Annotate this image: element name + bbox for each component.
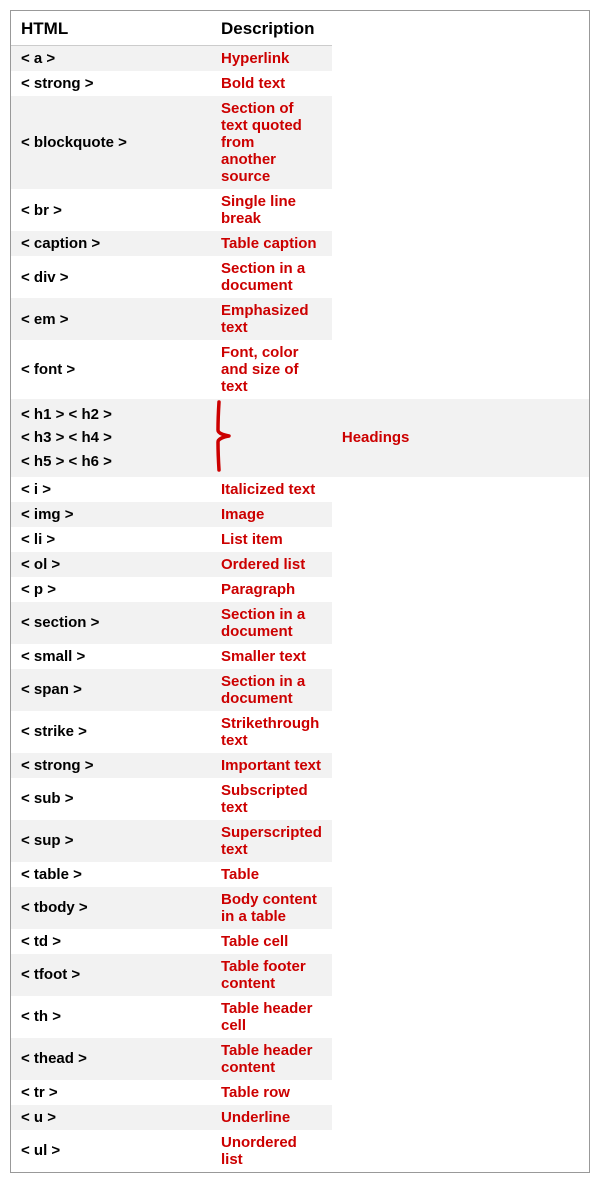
brace-icon	[215, 400, 237, 472]
html-tag-cell: < thead >	[11, 1038, 211, 1080]
table-row: < th >Table header cell	[11, 996, 589, 1038]
html-tag-cell: < tr >	[11, 1080, 211, 1105]
html-tag-cell: < sub >	[11, 778, 211, 820]
description-cell: Section in a document	[211, 256, 332, 298]
description-cell: Section in a document	[211, 602, 332, 644]
table-row-headings: < h1 > < h2 >< h3 > < h4 >< h5 > < h6 > H…	[11, 399, 589, 477]
table-row: < section >Section in a document	[11, 602, 589, 644]
description-cell: Paragraph	[211, 577, 332, 602]
html-tag-headings-cell: < h1 > < h2 >< h3 > < h4 >< h5 > < h6 >	[11, 399, 211, 477]
table-row: < a >Hyperlink	[11, 46, 589, 72]
table-row: < sup >Superscripted text	[11, 820, 589, 862]
html-tag-cell: < td >	[11, 929, 211, 954]
table-row: < i >Italicized text	[11, 477, 589, 502]
html-tag-cell: < strike >	[11, 711, 211, 753]
description-cell: Single line break	[211, 189, 332, 231]
table-row: < tr >Table row	[11, 1080, 589, 1105]
table-row: < strong >Important text	[11, 753, 589, 778]
html-tag-cell: < font >	[11, 340, 211, 399]
table-row: < em >Emphasized text	[11, 298, 589, 340]
description-cell: Smaller text	[211, 644, 332, 669]
html-tag-cell: < blockquote >	[11, 96, 211, 189]
table-row: < small >Smaller text	[11, 644, 589, 669]
table-row: < li >List item	[11, 527, 589, 552]
table-row: < ul >Unordered list	[11, 1130, 589, 1172]
description-cell: Table cell	[211, 929, 332, 954]
html-tag-cell: < p >	[11, 577, 211, 602]
table-row: < thead >Table header content	[11, 1038, 589, 1080]
html-tag-cell: < th >	[11, 996, 211, 1038]
html-column-header: HTML	[11, 11, 211, 46]
table-row: < strong >Bold text	[11, 71, 589, 96]
heading-tag-line: < h3 > < h4 >	[21, 426, 112, 449]
html-tag-cell: < small >	[11, 644, 211, 669]
html-tag-cell: < tfoot >	[11, 954, 211, 996]
html-reference-table: HTML Description < a >Hyperlink< strong …	[10, 10, 590, 1173]
table-row: < ol >Ordered list	[11, 552, 589, 577]
html-tag-cell: < em >	[11, 298, 211, 340]
table-row: < sub >Subscripted text	[11, 778, 589, 820]
description-cell: Strikethrough text	[211, 711, 332, 753]
description-cell: Underline	[211, 1105, 332, 1130]
description-cell: Table row	[211, 1080, 332, 1105]
html-tag-cell: < strong >	[11, 753, 211, 778]
description-cell: Table footer content	[211, 954, 332, 996]
html-tag-cell: < img >	[11, 502, 211, 527]
heading-tag-line: < h5 > < h6 >	[21, 450, 112, 473]
table-row: < td >Table cell	[11, 929, 589, 954]
table-row: < caption >Table caption	[11, 231, 589, 256]
table-row: < tfoot >Table footer content	[11, 954, 589, 996]
description-cell: Ordered list	[211, 552, 332, 577]
html-tag-cell: < a >	[11, 46, 211, 72]
table-row: < p >Paragraph	[11, 577, 589, 602]
table-header-row: HTML Description	[11, 11, 589, 46]
description-cell: Section of text quoted fromanother sourc…	[211, 96, 332, 189]
html-tag-cell: < sup >	[11, 820, 211, 862]
html-tag-cell: < caption >	[11, 231, 211, 256]
description-cell: Font, color and size of text	[211, 340, 332, 399]
html-tag-cell: < ul >	[11, 1130, 211, 1172]
description-cell: Unordered list	[211, 1130, 332, 1172]
description-cell: Emphasized text	[211, 298, 332, 340]
table-row: < span >Section in a document	[11, 669, 589, 711]
table-row: < strike >Strikethrough text	[11, 711, 589, 753]
html-tag-cell: < ol >	[11, 552, 211, 577]
html-tag-cell: < strong >	[11, 71, 211, 96]
description-cell: Table caption	[211, 231, 332, 256]
description-cell: Table header content	[211, 1038, 332, 1080]
html-tag-cell: < section >	[11, 602, 211, 644]
desc-column-header: Description	[211, 11, 332, 46]
description-cell: Section in a document	[211, 669, 332, 711]
description-cell: Hyperlink	[211, 46, 332, 72]
table-row: < tbody >Body content in a table	[11, 887, 589, 929]
table-row: < div >Section in a document	[11, 256, 589, 298]
html-tag-cell: < br >	[11, 189, 211, 231]
brace-cell	[211, 399, 332, 477]
table-row: < u >Underline	[11, 1105, 589, 1130]
heading-tag-line: < h1 > < h2 >	[21, 403, 112, 426]
table-row: < font >Font, color and size of text	[11, 340, 589, 399]
description-cell: Important text	[211, 753, 332, 778]
description-cell: Italicized text	[211, 477, 332, 502]
html-tag-cell: < div >	[11, 256, 211, 298]
description-cell: Superscripted text	[211, 820, 332, 862]
table-row: < img >Image	[11, 502, 589, 527]
headings-description-cell: Headings	[332, 399, 589, 477]
description-cell: Body content in a table	[211, 887, 332, 929]
html-tag-cell: < u >	[11, 1105, 211, 1130]
table-row-blockquote: < blockquote >Section of text quoted fro…	[11, 96, 589, 189]
description-cell: Table header cell	[211, 996, 332, 1038]
html-tag-cell: < li >	[11, 527, 211, 552]
html-tag-cell: < table >	[11, 862, 211, 887]
description-cell: Subscripted text	[211, 778, 332, 820]
table-row: < br >Single line break	[11, 189, 589, 231]
description-cell: Image	[211, 502, 332, 527]
table-row: < table >Table	[11, 862, 589, 887]
html-tag-cell: < i >	[11, 477, 211, 502]
html-tag-cell: < span >	[11, 669, 211, 711]
html-tag-cell: < tbody >	[11, 887, 211, 929]
description-cell: Bold text	[211, 71, 332, 96]
description-cell: List item	[211, 527, 332, 552]
description-cell: Table	[211, 862, 332, 887]
